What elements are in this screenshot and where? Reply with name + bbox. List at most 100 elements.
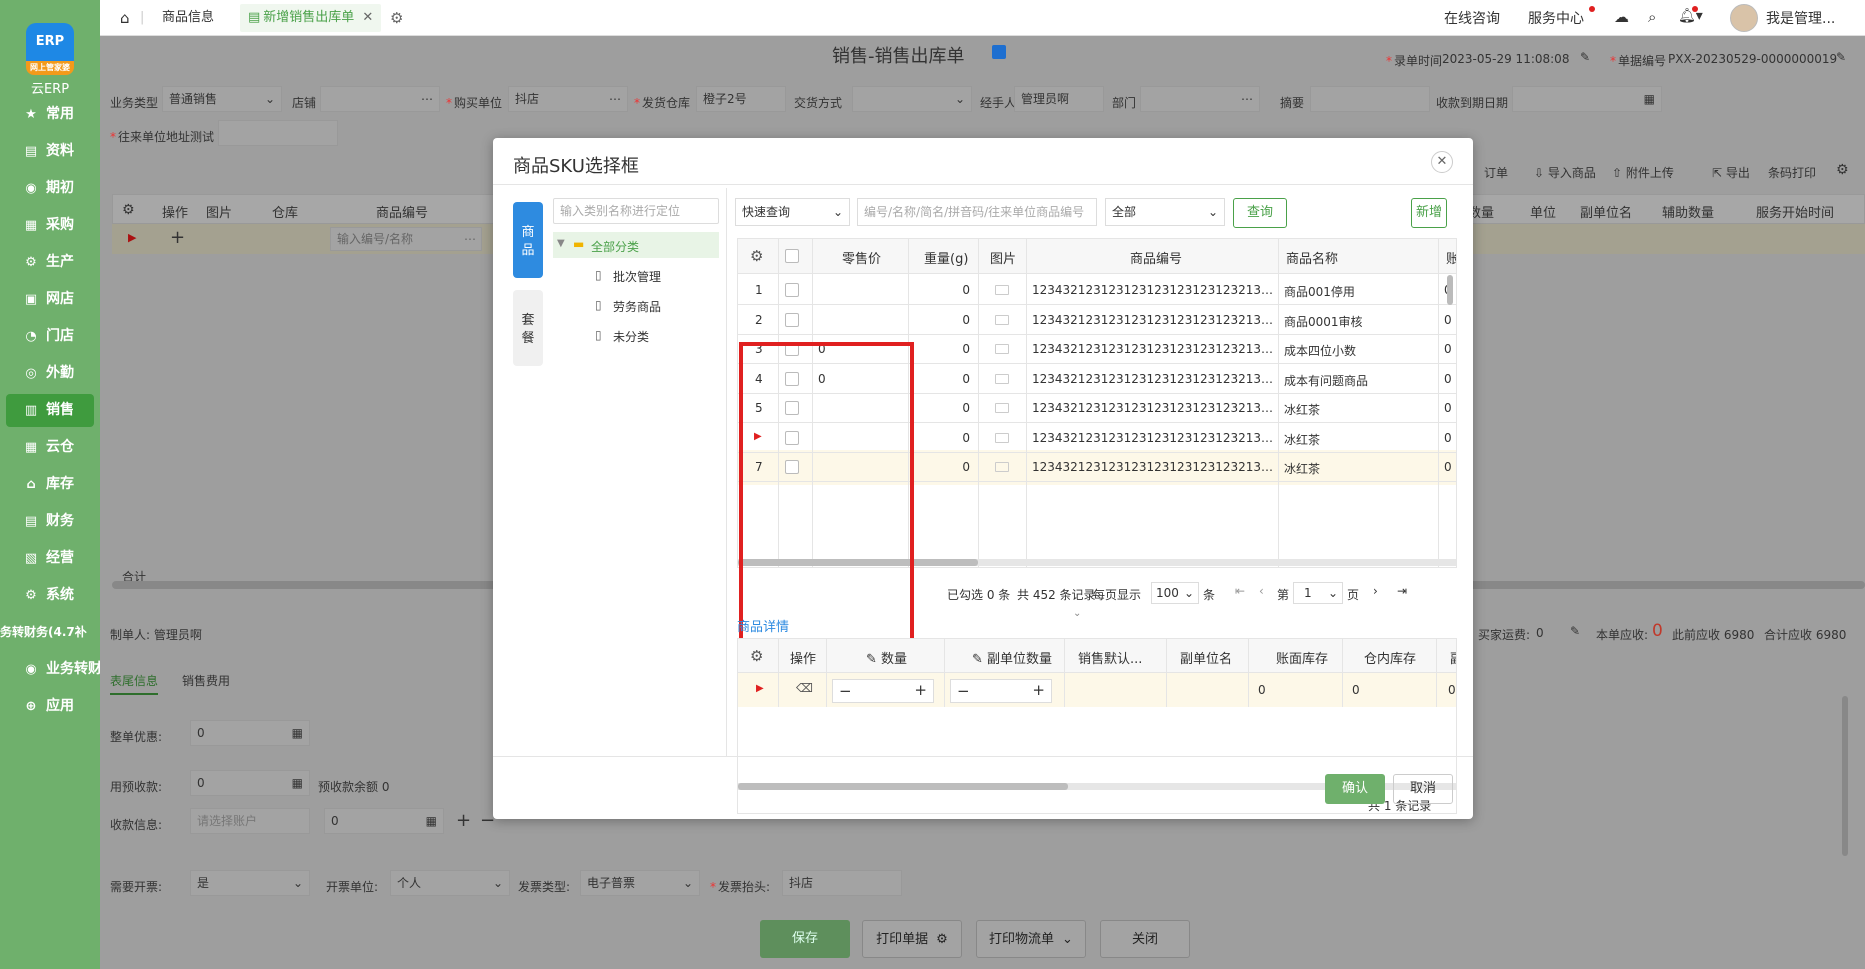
toolbar-order[interactable]: 订单 <box>1484 164 1508 181</box>
close-tab-icon[interactable]: ✕ <box>362 10 373 25</box>
tab-packages[interactable]: 套餐 <box>513 290 543 366</box>
vertical-scrollbar[interactable] <box>1842 696 1848 856</box>
print-logistics-button[interactable]: 打印物流单 ⌄ <box>976 920 1086 958</box>
sidebar-item-0[interactable]: ★ 常用 <box>6 98 94 131</box>
toolbar-barcode-print[interactable]: 条码打印 <box>1768 164 1816 181</box>
prev-page-icon[interactable]: ‹ <box>1259 584 1264 598</box>
dept-field[interactable]: ⋯ <box>1140 86 1260 112</box>
sidebar-item-6[interactable]: ◔ 门店 <box>6 320 94 353</box>
app-logo[interactable]: ERP 网上管家婆 <box>26 23 74 75</box>
online-consult-link[interactable]: 在线咨询 <box>1444 8 1500 28</box>
sidebar-item-9[interactable]: ▦ 云仓 <box>6 431 94 464</box>
avatar[interactable] <box>1730 4 1758 32</box>
settings-icon[interactable]: ⚙ <box>936 932 948 947</box>
query-button[interactable]: 查询 <box>1233 198 1287 228</box>
business-type-select[interactable]: 普通销售 ⌄ <box>162 86 282 112</box>
user-name[interactable]: 我是管理... <box>1766 8 1835 28</box>
settings-icon[interactable]: ⚙ <box>122 202 135 218</box>
row-checkbox[interactable] <box>785 312 799 327</box>
handler-field[interactable]: 管理员啊 <box>1014 86 1104 112</box>
info-icon[interactable] <box>992 45 1006 59</box>
sidebar-item-15[interactable]: ◉ 业务转财务 <box>6 653 116 686</box>
receipt-amount-field[interactable]: 0 ▦ <box>324 808 444 834</box>
address-field[interactable] <box>218 120 338 146</box>
product-search-input[interactable]: 编号/名称/简名/拼音码/往来单位商品编号 <box>857 198 1097 226</box>
invoice-type-select[interactable]: 电子普票 ⌄ <box>580 870 700 896</box>
sidebar-item-12[interactable]: ▧ 经营 <box>6 542 94 575</box>
search-icon[interactable]: ⌕ <box>1648 8 1656 26</box>
receipt-account-select[interactable]: 请选择账户 <box>190 808 310 834</box>
sidebar-item-2[interactable]: ◉ 期初 <box>6 172 94 205</box>
trade-select[interactable]: ⌄ <box>852 86 972 112</box>
edit-icon[interactable]: ✎ <box>1580 50 1590 64</box>
tab-product-info[interactable]: 商品信息 <box>162 4 214 32</box>
toolbar-export[interactable]: ⇱ 导出 <box>1712 164 1750 181</box>
tab-new-sales-outbound[interactable]: ▤ 新增销售出库单 ✕ <box>240 4 382 32</box>
quantity-stepper[interactable]: − + <box>832 679 934 703</box>
close-icon[interactable]: ✕ <box>1431 151 1453 173</box>
confirm-button[interactable]: 确认 <box>1325 774 1385 804</box>
cancel-button[interactable]: 取消 <box>1393 774 1453 804</box>
toolbar-attach[interactable]: ⇧ 附件上传 <box>1612 164 1674 181</box>
shop-field[interactable]: ⋯ <box>320 86 440 112</box>
edit-icon[interactable]: ✎ <box>1836 50 1846 64</box>
grid-vertical-scrollbar[interactable] <box>1447 275 1453 305</box>
home-icon[interactable]: ⌂ <box>120 4 130 32</box>
invoice-select[interactable]: 是 ⌄ <box>190 870 310 896</box>
tab-sales-expense[interactable]: 销售费用 <box>182 672 230 689</box>
sidebar-item-1[interactable]: ▤ 资料 <box>6 135 94 168</box>
sidebar-item-11[interactable]: ▤ 财务 <box>6 505 94 538</box>
prepay-field[interactable]: 0 ▦ <box>190 770 310 796</box>
summary-field[interactable] <box>1310 86 1430 112</box>
bell-icon[interactable]: 🔔︎▾ <box>1678 8 1703 24</box>
close-button[interactable]: 关闭 <box>1100 920 1190 958</box>
first-page-icon[interactable]: ⇤ <box>1235 584 1245 598</box>
settings-icon[interactable]: ⚙ <box>750 247 763 265</box>
sidebar-item-14[interactable]: 务转财务(4.7补 <box>0 616 88 649</box>
sidebar-item-7[interactable]: ◎ 外勤 <box>6 357 94 390</box>
invoice-unit-select[interactable]: 个人 ⌄ <box>390 870 510 896</box>
toolbar-import[interactable]: ⇩ 导入商品 <box>1534 164 1596 181</box>
tree-uncategorized[interactable]: 未分类 <box>613 328 649 345</box>
sub-quantity-stepper[interactable]: − + <box>950 679 1052 703</box>
tree-service-products[interactable]: 劳务商品 <box>613 298 661 315</box>
last-page-icon[interactable]: ⇥ <box>1397 584 1407 598</box>
per-page-select[interactable]: 100 ⌄ <box>1151 582 1199 604</box>
next-page-icon[interactable]: › <box>1373 584 1378 598</box>
settings-icon[interactable]: ⚙ <box>1836 162 1849 178</box>
page-select[interactable]: 1 ⌄ <box>1293 582 1343 604</box>
add-row-icon[interactable]: + <box>170 227 185 248</box>
product-code-input[interactable]: 输入编号/名称 ⋯ <box>330 227 482 251</box>
sidebar-item-4[interactable]: ⚙ 生产 <box>6 246 94 279</box>
sidebar-item-3[interactable]: ▦ 采购 <box>6 209 94 242</box>
tab-products[interactable]: 商品 <box>513 202 543 278</box>
add-receipt-icon[interactable]: + <box>456 810 471 831</box>
service-center-link[interactable]: 服务中心 <box>1528 8 1584 28</box>
sidebar-item-13[interactable]: ⚙ 系统 <box>6 579 94 612</box>
settings-icon[interactable]: ⚙ <box>750 647 763 665</box>
collapse-icon[interactable]: ▼ <box>557 238 565 249</box>
settings-icon[interactable]: ⚙ <box>390 4 403 32</box>
print-bill-button[interactable]: 打印单据 ⚙ <box>862 920 962 958</box>
row-checkbox[interactable] <box>785 283 799 297</box>
sidebar-item-10[interactable]: ⌂ 库存 <box>6 468 94 501</box>
cloud-download-icon[interactable]: ☁ <box>1614 8 1629 26</box>
scope-select[interactable]: 全部 ⌄ <box>1105 198 1225 226</box>
sidebar-item-5[interactable]: ▣ 网店 <box>6 283 94 316</box>
chevron-down-icon[interactable]: ⌄ <box>1062 932 1073 947</box>
buyer-field[interactable]: 抖店 ⋯ <box>508 86 628 112</box>
collapse-panel-icon[interactable]: ⌄ <box>1073 608 1081 619</box>
detail-scroll-thumb[interactable] <box>738 783 1068 790</box>
discount-field[interactable]: 0 ▦ <box>190 720 310 746</box>
edit-icon[interactable]: ✎ <box>1570 624 1580 638</box>
category-search-input[interactable]: 输入类别名称进行定位 <box>553 198 719 224</box>
quick-query-select[interactable]: 快速查询 ⌄ <box>735 198 850 226</box>
due-date-field[interactable]: ▦ <box>1512 86 1662 112</box>
delete-row-icon[interactable]: ⌫ <box>796 681 813 695</box>
tree-all-categories[interactable]: 全部分类 <box>591 238 639 255</box>
warehouse-field[interactable]: 橙子2号 <box>696 86 786 112</box>
tree-batch-management[interactable]: 批次管理 <box>613 268 661 285</box>
select-all-checkbox[interactable] <box>785 249 799 263</box>
new-product-button[interactable]: 新增 <box>1411 198 1447 228</box>
sidebar-item-8[interactable]: ▥ 销售 <box>6 394 94 427</box>
